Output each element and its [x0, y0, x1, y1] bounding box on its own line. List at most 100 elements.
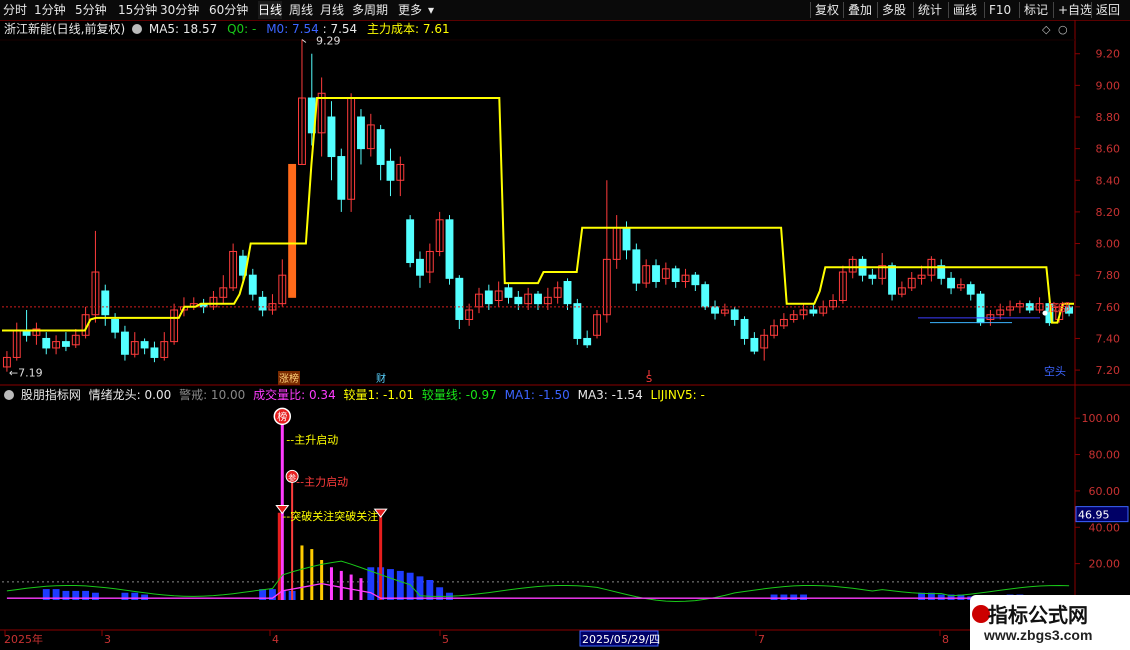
- candle-down: [337, 156, 346, 200]
- price-tick-label: 8.00: [1096, 238, 1121, 251]
- candle-down: [652, 265, 660, 283]
- candle-down: [327, 116, 336, 158]
- mood-bar: [339, 570, 343, 600]
- site-watermark: 指标公式网 www.zbgs3.com: [970, 595, 1130, 650]
- candle-down: [484, 290, 493, 305]
- price-tick-label: 7.20: [1096, 364, 1121, 377]
- join-badge-label: 参: [288, 472, 296, 482]
- sub-tick-label: 60.00: [1089, 485, 1121, 498]
- mood-bar: [320, 560, 324, 600]
- candle-down: [120, 331, 129, 355]
- candle-down: [534, 293, 542, 305]
- candle-down: [691, 274, 700, 286]
- candle-down: [750, 337, 759, 352]
- watermark-title: 指标公式网: [988, 603, 1088, 627]
- candle-down: [376, 129, 385, 165]
- high-price-label: 9.29: [316, 34, 341, 47]
- candle-down: [504, 287, 513, 298]
- candle-down: [406, 219, 415, 264]
- date-tick-label: 8: [942, 633, 949, 646]
- date-tick-label: 3: [104, 633, 111, 646]
- sub-tick-label: 20.00: [1089, 558, 1121, 571]
- vol-bar: [91, 592, 99, 600]
- candle-down: [455, 277, 464, 320]
- candle-down: [140, 341, 149, 349]
- candle-down: [868, 274, 877, 279]
- candle-down: [730, 309, 739, 320]
- date-cursor-label: 2025/05/29/四: [582, 633, 660, 646]
- price-tick-label: 7.60: [1096, 301, 1121, 314]
- mood-bar: [359, 578, 363, 600]
- vol-bar: [396, 570, 404, 600]
- candle-down: [563, 281, 572, 305]
- sub-value-tag-label: 46.95: [1078, 509, 1110, 522]
- candle-down: [711, 306, 719, 314]
- vol-bar: [790, 594, 798, 600]
- candle-down: [357, 116, 365, 150]
- candle-down: [445, 219, 454, 279]
- candle-down: [111, 318, 120, 333]
- vol-bar: [800, 594, 807, 600]
- vol-bar: [387, 569, 394, 600]
- candle-down: [947, 277, 956, 289]
- vol-bar: [121, 592, 129, 600]
- candle-down: [701, 284, 710, 308]
- vol-ratio-line: [6, 582, 1070, 599]
- candle-down: [583, 337, 592, 346]
- price-tick-label: 9.00: [1096, 79, 1121, 92]
- candle-down: [809, 309, 818, 314]
- candle-down: [150, 347, 159, 358]
- vol-bar: [406, 572, 414, 600]
- candle-down: [61, 341, 70, 347]
- date-tick-label: 5: [442, 633, 449, 646]
- candle-up: [288, 163, 297, 298]
- annotation-breakout: --突破关注突破关注: [282, 509, 378, 523]
- price-tick-label: 8.40: [1096, 174, 1121, 187]
- candle-down: [416, 258, 424, 276]
- annotation-main-rise: --主升启动: [286, 434, 338, 447]
- vol-bar: [770, 594, 778, 600]
- candle-down: [101, 290, 110, 316]
- sub-tick-label: 80.00: [1089, 449, 1121, 462]
- price-tick-label: 7.80: [1096, 269, 1121, 282]
- candle-down: [888, 265, 896, 295]
- price-tick-label: 8.20: [1096, 206, 1121, 219]
- vol-bar: [131, 592, 139, 600]
- date-tick-label: 4: [272, 633, 279, 646]
- trend-label: 空头: [1044, 364, 1066, 378]
- sub-tick-label: 40.00: [1089, 521, 1121, 534]
- last-point-dot: [1042, 310, 1048, 316]
- date-year-label: 2025年: [4, 632, 43, 646]
- candle-down: [514, 296, 523, 305]
- candle-down: [248, 274, 257, 295]
- vol-bar: [426, 580, 434, 600]
- candle-down: [573, 303, 582, 339]
- vol-bar: [416, 576, 424, 600]
- sub-tick-label: 100.00: [1082, 412, 1121, 425]
- vol-bar: [937, 594, 945, 600]
- mood-bar: [329, 567, 333, 600]
- price-tick-label: 8.80: [1096, 111, 1121, 124]
- circle-icon: ○: [1058, 23, 1068, 36]
- mood-bar: [300, 545, 304, 600]
- vol-bar: [780, 594, 788, 600]
- kline-chart[interactable]: 9.20 9.00 8.80 8.60 8.40 8.20 8.00 7.80 7.60 7.40…: [0, 0, 1130, 650]
- candle-down: [671, 268, 680, 283]
- low-price-label: ←7.19: [9, 367, 43, 380]
- candle-down: [622, 227, 631, 251]
- compare-line: [6, 560, 1070, 603]
- mood-bar: [349, 574, 353, 600]
- candle-down: [42, 337, 51, 349]
- price-tick-label: 8.60: [1096, 143, 1121, 156]
- candle-down: [966, 284, 975, 295]
- candle-down: [632, 249, 641, 284]
- price-tick-label: 9.20: [1096, 48, 1121, 61]
- diamond-icon: ◇: [1042, 23, 1051, 36]
- candle-down: [258, 296, 267, 311]
- watermark-url: www.zbgs3.com: [984, 627, 1093, 643]
- event-badge-label: 涨榜: [279, 372, 299, 385]
- candle-down: [740, 318, 749, 339]
- price-tick-label: 7.40: [1096, 332, 1121, 345]
- candle-down: [386, 160, 395, 181]
- rank-badge-label: 榜: [277, 410, 287, 423]
